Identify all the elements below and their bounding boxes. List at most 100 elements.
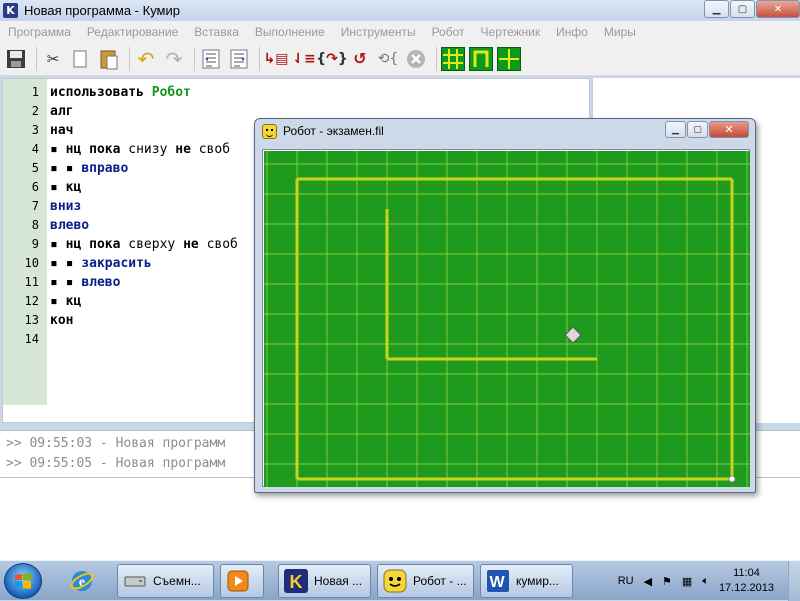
toolbar: ✂ ↶ ↷ ↳▤ ⇃≡ {↷} ↺ ⟲{ <box>0 42 800 76</box>
close-button[interactable]: ✕ <box>756 0 800 18</box>
debug-icon[interactable]: ⟲{ <box>376 47 400 71</box>
minimize-button[interactable]: ▁ <box>704 0 729 18</box>
line-number: 12 <box>24 294 39 308</box>
network-icon[interactable]: ▦ <box>682 575 692 588</box>
robot-walls-icon[interactable] <box>469 46 493 71</box>
taskbar: e Съемн... K Новая ... Робот - ... W кум… <box>0 560 800 601</box>
code-token: алг <box>50 104 74 119</box>
robot-minimize-button[interactable]: ▁ <box>665 121 686 138</box>
action-center-flag-icon[interactable]: ⚑ <box>662 575 672 588</box>
menu-insert[interactable]: Вставка <box>186 25 247 39</box>
taskbar-button-label: Робот - ... <box>413 574 467 588</box>
code-text: ▪ нц пока сверху не своб <box>50 235 238 254</box>
code-token: влево <box>81 275 121 290</box>
tray-expand-icon[interactable]: ◀ <box>644 575 652 588</box>
code-token: не <box>167 142 199 157</box>
line-number: 9 <box>31 237 39 251</box>
taskbar-kumir[interactable]: K Новая ... <box>278 564 371 598</box>
code-text: ▪ кц <box>50 178 81 197</box>
volume-icon[interactable]: 🔈︎ <box>702 575 709 588</box>
copy-icon[interactable] <box>69 47 93 71</box>
taskbar-removable-drive[interactable]: Съемн... <box>117 564 214 598</box>
taskbar-robot[interactable]: Робот - ... <box>377 564 474 598</box>
toolbar-separator <box>436 46 437 71</box>
taskbar-media-player[interactable] <box>220 564 264 598</box>
stop-icon[interactable] <box>404 47 428 71</box>
menu-drawer[interactable]: Чертежник <box>473 25 549 39</box>
line-number: 3 <box>31 123 39 137</box>
code-token: вправо <box>81 161 129 176</box>
paste-icon[interactable] <box>97 47 121 71</box>
unindent-icon[interactable] <box>227 47 251 71</box>
removable-drive-icon <box>122 568 148 594</box>
code-text: ▪ ▪ влево <box>50 273 120 292</box>
code-token: ▪ ▪ <box>50 256 82 271</box>
clock-date: 17.12.2013 <box>718 582 774 594</box>
code-token: сверху <box>128 237 176 252</box>
menu-program[interactable]: Программа <box>0 25 79 39</box>
robot-maximize-button[interactable]: ▢ <box>687 121 708 138</box>
code-token: ▪ кц <box>50 180 82 195</box>
redo-icon[interactable]: ↷ <box>162 47 186 71</box>
menu-edit[interactable]: Редактирование <box>79 25 186 39</box>
window-title: Новая программа - Кумир <box>24 2 180 18</box>
line-number: 7 <box>31 199 39 213</box>
code-token: снизу <box>128 142 168 157</box>
language-indicator[interactable]: RU <box>618 575 634 587</box>
menu-worlds[interactable]: Миры <box>596 25 644 39</box>
step-over-icon[interactable]: ⇃≡ <box>292 47 316 71</box>
menu-run[interactable]: Выполнение <box>247 25 333 39</box>
indent-icon[interactable] <box>199 47 223 71</box>
menu-bar: Программа Редактирование Вставка Выполне… <box>0 21 800 42</box>
start-button[interactable] <box>4 563 42 599</box>
run-icon[interactable]: ↳▤ <box>264 47 289 71</box>
code-line[interactable]: 1 использовать Робот <box>3 83 589 102</box>
line-number: 5 <box>31 161 39 175</box>
code-text: использовать Робот <box>50 83 191 102</box>
kumir-icon: K <box>283 568 309 594</box>
step-out-icon[interactable]: ↺ <box>348 47 372 71</box>
internet-explorer-icon: e <box>69 568 95 594</box>
clock[interactable]: 11:04 17.12.2013 <box>719 566 774 596</box>
line-number: 13 <box>24 313 39 327</box>
cut-icon[interactable]: ✂ <box>41 47 65 71</box>
window-controls: ▁ ▢ ✕ <box>703 0 800 18</box>
svg-text:K: K <box>290 572 303 592</box>
menu-info[interactable]: Инфо <box>548 25 596 39</box>
maximize-button[interactable]: ▢ <box>730 0 755 18</box>
robot-grid-icon[interactable] <box>441 46 465 71</box>
main-titlebar: K Новая программа - Кумир ▁ ▢ ✕ <box>0 0 800 20</box>
menu-tools[interactable]: Инструменты <box>333 25 424 39</box>
code-token: ▪ ▪ <box>50 275 82 290</box>
robot-cross-icon[interactable] <box>497 46 521 71</box>
robot-window-controls: ▁ ▢ ✕ <box>664 121 749 138</box>
line-number: 6 <box>31 180 39 194</box>
step-in-icon[interactable]: {↷} <box>316 47 348 71</box>
toolbar-separator <box>129 46 130 71</box>
taskbar-ie[interactable]: e <box>64 564 110 598</box>
show-desktop-button[interactable] <box>788 561 800 601</box>
taskbar-button-label: Съемн... <box>153 574 201 588</box>
line-number: 8 <box>31 218 39 232</box>
robot-field[interactable] <box>264 151 750 487</box>
code-token: не <box>175 237 207 252</box>
code-text: ▪ кц <box>50 292 81 311</box>
undo-icon[interactable]: ↶ <box>134 47 158 71</box>
code-token: вниз <box>50 199 82 214</box>
robot-close-button[interactable]: ✕ <box>709 121 749 138</box>
system-tray: RU ◀ ⚑ ▦ 🔈︎ 11:04 17.12.2013 <box>618 561 800 601</box>
robot-icon <box>382 568 408 594</box>
code-text: кон <box>50 311 73 330</box>
code-token: ▪ кц <box>50 294 82 309</box>
robot-window-title: Робот - экзамен.fil <box>283 124 384 138</box>
code-text: ▪ нц пока снизу не своб <box>50 140 230 159</box>
robot-window-titlebar[interactable]: Робот - экзамен.fil ▁ ▢ ✕ <box>255 119 755 143</box>
taskbar-word[interactable]: W кумир... <box>480 564 573 598</box>
line-number: 1 <box>31 85 39 99</box>
menu-robot[interactable]: Робот <box>424 25 473 39</box>
code-token: закрасить <box>81 256 152 271</box>
media-player-icon <box>225 568 251 594</box>
save-icon[interactable] <box>4 47 28 71</box>
word-icon: W <box>485 568 511 594</box>
code-token: использовать <box>50 85 152 100</box>
